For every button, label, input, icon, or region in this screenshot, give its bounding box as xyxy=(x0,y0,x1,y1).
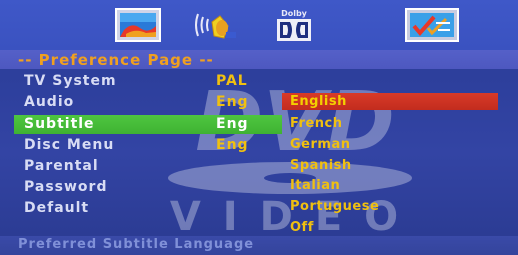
status-bar: Preferred Subtitle Language xyxy=(0,236,518,255)
status-text: Preferred Subtitle Language xyxy=(18,237,255,252)
menu-item-label: Subtitle xyxy=(24,116,95,132)
menu-item-subtitle[interactable]: Subtitle Eng xyxy=(0,115,518,135)
speaker-icon xyxy=(195,13,236,39)
menu-item-password[interactable]: Password xyxy=(0,178,518,198)
menu-item-label: Parental xyxy=(24,158,99,174)
menu-item-default[interactable]: Default xyxy=(0,199,518,219)
option-french[interactable]: French xyxy=(290,116,343,131)
menu-item-label: Disc Menu xyxy=(24,137,115,153)
tab-general-setup[interactable] xyxy=(112,6,164,44)
setup-tab-bar: Dolby xyxy=(0,0,518,50)
dolby-digital-icon: Dolby xyxy=(277,9,311,41)
option-spanish[interactable]: Spanish xyxy=(290,158,352,173)
menu-item-label: Password xyxy=(24,179,108,195)
option-italian[interactable]: Italian xyxy=(290,178,340,193)
page-title: -- Preference Page -- xyxy=(18,51,214,69)
menu-item-label: TV System xyxy=(24,73,117,89)
option-off[interactable]: Off xyxy=(290,220,314,235)
general-setup-icon xyxy=(115,8,161,42)
menu-item-value: Eng xyxy=(216,137,249,153)
preference-checklist-icon xyxy=(405,8,459,42)
menu-item-tv-system[interactable]: TV System PAL xyxy=(0,72,518,92)
option-portuguese[interactable]: Portuguese xyxy=(290,199,379,214)
menu-item-value: PAL xyxy=(216,73,248,89)
tab-audio-setup[interactable] xyxy=(188,6,240,44)
menu-item-value: Eng xyxy=(216,116,249,132)
tab-dolby-setup[interactable]: Dolby xyxy=(274,6,314,44)
menu-item-label: Default xyxy=(24,200,90,216)
menu-item-value: Eng xyxy=(216,94,249,110)
page-title-bar: -- Preference Page -- xyxy=(0,50,518,69)
dolby-label: Dolby xyxy=(281,9,308,18)
menu-item-parental[interactable]: Parental xyxy=(0,157,518,177)
tab-preference[interactable] xyxy=(402,6,462,44)
menu-item-disc-menu[interactable]: Disc Menu Eng xyxy=(0,136,518,156)
menu-item-label: Audio xyxy=(24,94,75,110)
dvd-setup-screen: Dolby -- Preference Page -- DVD VIDEO TV… xyxy=(0,0,518,255)
option-english[interactable]: English xyxy=(290,94,347,109)
option-german[interactable]: German xyxy=(290,137,350,152)
